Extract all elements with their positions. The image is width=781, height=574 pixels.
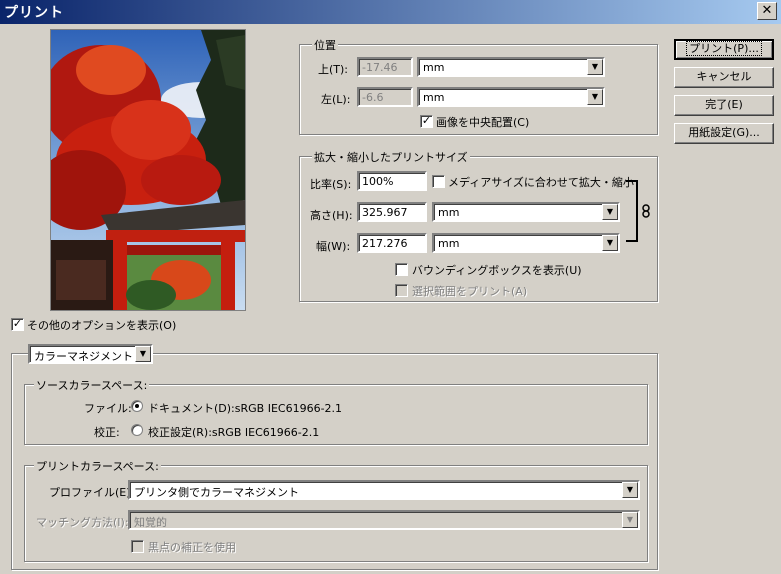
top-unit-select[interactable]: mm ▼ <box>417 57 605 77</box>
width-unit-select[interactable]: mm ▼ <box>432 233 620 253</box>
proof-label: 校正: <box>94 426 120 439</box>
more-options-label[interactable]: その他のオプションを表示(O) <box>27 317 176 333</box>
intent-label: マッチング方法(I): <box>36 516 129 529</box>
top-input[interactable]: -17.46 <box>357 57 413 77</box>
title-bar <box>0 0 781 24</box>
file-label: ファイル: <box>84 402 132 415</box>
profile-label: プロファイル(E): <box>49 486 135 499</box>
width-label: 幅(W): <box>316 240 351 253</box>
width-unit-value: mm <box>438 237 460 250</box>
chevron-down-icon[interactable]: ▼ <box>602 204 618 220</box>
fit-media-label[interactable]: メディアサイズに合わせて拡大・縮小 <box>448 174 634 190</box>
profile-select[interactable]: プリンタ側でカラーマネジメント ▼ <box>128 480 640 500</box>
chevron-down-icon[interactable]: ▼ <box>602 235 618 251</box>
chevron-down-icon[interactable]: ▼ <box>587 59 603 75</box>
left-input[interactable]: -6.6 <box>357 87 413 107</box>
document-radio-label[interactable]: ドキュメント(D):sRGB IEC61966-2.1 <box>148 400 342 416</box>
print-selection-checkbox[interactable] <box>395 284 408 297</box>
document-radio[interactable] <box>131 400 143 412</box>
height-unit-value: mm <box>438 206 460 219</box>
constrain-bracket <box>626 180 638 242</box>
height-unit-select[interactable]: mm ▼ <box>432 202 620 222</box>
intent-value: 知覚的 <box>134 516 167 529</box>
left-unit-value: mm <box>423 91 445 104</box>
left-label: 左(L): <box>321 93 351 106</box>
scale-label: 比率(S): <box>310 178 352 191</box>
proof-radio[interactable] <box>131 424 143 436</box>
chevron-down-icon[interactable]: ▼ <box>135 346 151 362</box>
fit-media-checkbox[interactable] <box>432 175 445 188</box>
black-point-label: 黒点の補正を使用 <box>148 541 236 554</box>
black-point-checkbox[interactable] <box>131 540 144 553</box>
chevron-down-icon[interactable]: ▼ <box>622 512 638 528</box>
more-options-checkbox[interactable]: ✓ <box>11 318 24 331</box>
bounding-box-label[interactable]: バウンディングボックスを表示(U) <box>412 262 582 278</box>
height-input[interactable]: 325.967 <box>357 202 427 222</box>
scale-input[interactable]: 100% <box>357 171 427 191</box>
scaled-size-legend: 拡大・縮小したプリントサイズ <box>312 149 470 165</box>
bounding-box-checkbox[interactable] <box>395 263 408 276</box>
proof-radio-label[interactable]: 校正設定(R):sRGB IEC61966-2.1 <box>148 424 319 440</box>
link-icon <box>641 204 651 218</box>
maple-gate-photo <box>51 30 245 310</box>
close-button[interactable]: ✕ <box>757 2 777 20</box>
chevron-down-icon[interactable]: ▼ <box>587 89 603 105</box>
options-type-value: カラーマネジメント <box>34 350 133 363</box>
window-title: プリント <box>4 5 64 21</box>
source-space-legend: ソースカラースペース: <box>34 377 150 393</box>
profile-value: プリンタ側でカラーマネジメント <box>134 486 299 499</box>
width-input[interactable]: 217.276 <box>357 233 427 253</box>
print-preview-image <box>50 29 246 311</box>
intent-select[interactable]: 知覚的 ▼ <box>128 510 640 530</box>
print-selection-label: 選択範囲をプリント(A) <box>412 285 528 298</box>
position-legend: 位置 <box>312 37 338 53</box>
print-button[interactable]: プリント(P)... <box>674 39 774 60</box>
print-button-label: プリント(P)... <box>686 41 762 56</box>
chevron-down-icon[interactable]: ▼ <box>622 482 638 498</box>
options-type-select[interactable]: カラーマネジメント ▼ <box>28 344 153 364</box>
center-image-checkbox[interactable]: ✓ <box>420 115 433 128</box>
done-button[interactable]: 完了(E) <box>674 95 774 116</box>
top-unit-value: mm <box>423 61 445 74</box>
top-label: 上(T): <box>318 63 349 76</box>
center-image-label[interactable]: 画像を中央配置(C) <box>436 114 529 130</box>
page-setup-button[interactable]: 用紙設定(G)... <box>674 123 774 144</box>
print-space-legend: プリントカラースペース: <box>34 458 161 474</box>
left-unit-select[interactable]: mm ▼ <box>417 87 605 107</box>
close-icon: ✕ <box>761 3 773 18</box>
height-label: 高さ(H): <box>310 209 353 222</box>
cancel-button[interactable]: キャンセル <box>674 67 774 88</box>
